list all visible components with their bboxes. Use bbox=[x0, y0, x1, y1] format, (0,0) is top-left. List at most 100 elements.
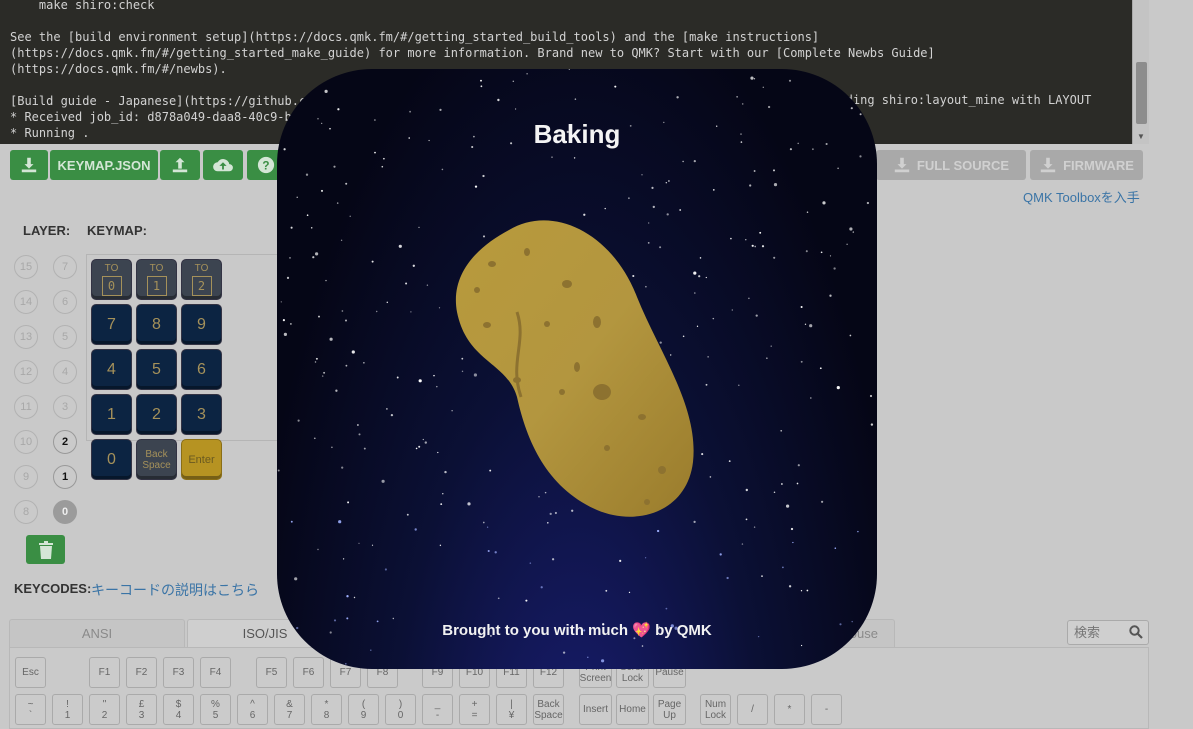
keycode-num-row-1[interactable]: ! 1 bbox=[52, 694, 83, 725]
keycode-search[interactable] bbox=[1067, 620, 1149, 645]
tab-ansi[interactable]: ANSI bbox=[9, 619, 185, 647]
layer-button-9[interactable]: 9 bbox=[14, 465, 38, 489]
star bbox=[480, 85, 483, 88]
keycodes-help-link[interactable]: キーコードの説明はこちら bbox=[91, 580, 259, 600]
star bbox=[619, 559, 622, 563]
keymap-key-enter[interactable]: Enter bbox=[181, 439, 222, 480]
star bbox=[846, 243, 848, 245]
keymap-key-5[interactable]: 5 bbox=[136, 349, 177, 390]
layer-button-10[interactable]: 10 bbox=[14, 430, 38, 454]
layer-button-1[interactable]: 1 bbox=[53, 465, 77, 489]
keymap-key-to-2[interactable]: TO 2 bbox=[181, 259, 222, 300]
keycode-num-row-5[interactable]: % 5 bbox=[200, 694, 231, 725]
keycode-nav-bottom-1[interactable]: Home bbox=[616, 694, 649, 725]
key-legend: - bbox=[825, 704, 828, 715]
star bbox=[665, 607, 668, 610]
star bbox=[801, 644, 803, 647]
qmk-toolbox-link[interactable]: QMK Toolboxを入手 bbox=[1023, 187, 1140, 206]
keymap-key-3[interactable]: 3 bbox=[181, 394, 222, 435]
layer-button-12[interactable]: 12 bbox=[14, 360, 38, 384]
key-legend: / bbox=[751, 704, 754, 715]
keycode-f3[interactable]: F3 bbox=[163, 657, 194, 688]
keymap-key-6[interactable]: 6 bbox=[181, 349, 222, 390]
keycode-numpad-0[interactable]: Num Lock bbox=[700, 694, 731, 725]
layer-button-6[interactable]: 6 bbox=[53, 290, 77, 314]
layer-button-15[interactable]: 15 bbox=[14, 255, 38, 279]
keymap-key-1[interactable]: 1 bbox=[91, 394, 132, 435]
keycode-nav-bottom-2[interactable]: Page Up bbox=[653, 694, 686, 725]
keymap-json-button[interactable]: KEYMAP.JSON bbox=[50, 150, 158, 180]
layer-button-0[interactable]: 0 bbox=[53, 500, 77, 524]
star bbox=[837, 167, 839, 170]
console-scrollbar[interactable]: ▼ bbox=[1132, 0, 1149, 144]
keymap-key-2[interactable]: 2 bbox=[136, 394, 177, 435]
keycode-f4[interactable]: F4 bbox=[200, 657, 231, 688]
keymap-key-to-1[interactable]: TO 1 bbox=[136, 259, 177, 300]
layer-button-4[interactable]: 4 bbox=[53, 360, 77, 384]
keycode-f2[interactable]: F2 bbox=[126, 657, 157, 688]
star bbox=[405, 282, 408, 285]
keycode-nav-bottom-0[interactable]: Insert bbox=[579, 694, 612, 725]
layer-button-3[interactable]: 3 bbox=[53, 395, 77, 419]
download-keymap-button[interactable] bbox=[10, 150, 48, 180]
keymap-key-9[interactable]: 9 bbox=[181, 304, 222, 345]
cloud-upload-button[interactable] bbox=[203, 150, 243, 180]
keycode-numpad-3[interactable]: - bbox=[811, 694, 842, 725]
keycode-num-row-9[interactable]: (9 bbox=[348, 694, 379, 725]
console-scroll-thumb[interactable] bbox=[1136, 62, 1147, 124]
keycode-search-input[interactable] bbox=[1068, 621, 1128, 644]
key-legend-line: Space bbox=[534, 709, 563, 721]
delete-layer-button[interactable] bbox=[26, 535, 65, 564]
keymap-key-backspace[interactable]: Back Space bbox=[136, 439, 177, 480]
keymap-key-7[interactable]: 7 bbox=[91, 304, 132, 345]
keycode-num-row-8[interactable]: * 8 bbox=[311, 694, 342, 725]
keycode-num-row-10[interactable]: ) 0 bbox=[385, 694, 416, 725]
star bbox=[833, 267, 836, 270]
star bbox=[766, 357, 768, 359]
star bbox=[410, 311, 412, 313]
keycode-num-row-11[interactable]: _ - bbox=[422, 694, 453, 725]
keycode-num-row-13[interactable]: | ¥ bbox=[496, 694, 527, 725]
star bbox=[849, 334, 852, 337]
star bbox=[736, 96, 738, 98]
keycode-num-row-3[interactable]: £3 bbox=[126, 694, 157, 725]
layer-button-14[interactable]: 14 bbox=[14, 290, 38, 314]
keycode-esc[interactable]: Esc bbox=[15, 657, 46, 688]
layer-button-8[interactable]: 8 bbox=[14, 500, 38, 524]
firmware-button[interactable]: FIRMWARE bbox=[1030, 150, 1143, 180]
keycode-numpad-1[interactable]: / bbox=[737, 694, 768, 725]
key-legend: Home bbox=[619, 704, 646, 715]
key-legend: + = bbox=[472, 699, 478, 721]
keycode-num-row-7[interactable]: & 7 bbox=[274, 694, 305, 725]
layer-button-13[interactable]: 13 bbox=[14, 325, 38, 349]
backspace-legend: Space bbox=[142, 459, 171, 471]
keymap-key-to-0[interactable]: TO 0 bbox=[91, 259, 132, 300]
star bbox=[761, 245, 765, 248]
keymap-key-8[interactable]: 8 bbox=[136, 304, 177, 345]
keycode-num-row-4[interactable]: $4 bbox=[163, 694, 194, 725]
layer-button-7[interactable]: 7 bbox=[53, 255, 77, 279]
keymap-key-0[interactable]: 0 bbox=[91, 439, 132, 480]
layer-button-11[interactable]: 11 bbox=[14, 395, 38, 419]
star bbox=[719, 553, 722, 556]
console-line: (https://docs.qmk.fm/#/getting_started_m… bbox=[10, 46, 935, 60]
star bbox=[315, 357, 318, 360]
star bbox=[315, 252, 319, 256]
layer-button-2[interactable]: 2 bbox=[53, 430, 77, 454]
star bbox=[442, 493, 444, 495]
full-source-button[interactable]: FULL SOURCE bbox=[876, 150, 1026, 180]
keycode-num-row-12[interactable]: + = bbox=[459, 694, 490, 725]
key-legend-line: " bbox=[102, 698, 107, 710]
layer-button-5[interactable]: 5 bbox=[53, 325, 77, 349]
keycode-num-row-2[interactable]: " 2 bbox=[89, 694, 120, 725]
star bbox=[515, 108, 517, 110]
upload-keymap-button[interactable] bbox=[160, 150, 200, 180]
keycode-f1[interactable]: F1 bbox=[89, 657, 120, 688]
scroll-down-arrow-icon[interactable]: ▼ bbox=[1137, 132, 1145, 141]
key-legend-line: ! bbox=[66, 698, 69, 710]
keycode-num-row-0[interactable]: ~ ` bbox=[15, 694, 46, 725]
keymap-key-4[interactable]: 4 bbox=[91, 349, 132, 390]
keycode-num-row-6[interactable]: ^ 6 bbox=[237, 694, 268, 725]
keycode-numpad-2[interactable]: * bbox=[774, 694, 805, 725]
keycode-num-row-14[interactable]: Back Space bbox=[533, 694, 564, 725]
